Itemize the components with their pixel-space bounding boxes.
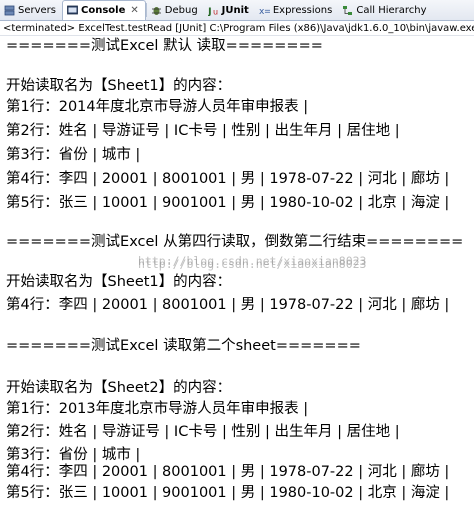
tab-debug[interactable]: Debug xyxy=(147,1,204,20)
tab-call-hierarchy-label: Call Hierarchy xyxy=(356,5,427,16)
console-line: 第3行：省份 | 城市 | xyxy=(6,147,141,163)
console-icon xyxy=(67,5,78,16)
tab-junit-label: JUnit xyxy=(221,5,249,16)
debug-icon xyxy=(151,5,162,16)
console-line: 第3行：省份 | 城市 | xyxy=(6,447,141,463)
console-output[interactable]: =======测试Excel 默认 读取======== 开始读取名为【Shee… xyxy=(0,37,474,505)
svg-text:u: u xyxy=(213,8,218,17)
console-line: 第5行：张三 | 10001 | 9001001 | 男 | 1980-10-0… xyxy=(6,195,450,211)
tab-console-label: Console xyxy=(81,5,126,16)
servers-icon xyxy=(4,5,15,16)
close-icon[interactable]: ✕ xyxy=(130,5,138,16)
console-line: 第2行：姓名 | 导游证号 | IC卡号 | 性别 | 出生年月 | 居住地 | xyxy=(6,123,400,139)
tab-servers[interactable]: Servers xyxy=(0,1,62,20)
watermark: http://blog.csdn.net/xiaoxian8023 xyxy=(138,257,367,271)
console-line: 第4行：李四 | 20001 | 8001001 | 男 | 1978-07-2… xyxy=(6,464,450,480)
console-line: =======测试Excel 默认 读取======== xyxy=(6,38,323,54)
svg-text:=: = xyxy=(264,7,270,16)
console-line: 第4行：李四 | 20001 | 8001001 | 男 | 1978-07-2… xyxy=(6,297,450,313)
process-status-line: <terminated> ExcelTest.testRead [JUnit] … xyxy=(0,21,474,36)
console-line: 开始读取名为【Sheet2】的内容： xyxy=(6,380,232,396)
tab-console[interactable]: Console ✕ xyxy=(62,0,146,20)
junit-icon: Ju xyxy=(208,5,219,17)
console-line: 第2行：姓名 | 导游证号 | IC卡号 | 性别 | 出生年月 | 居住地 | xyxy=(6,424,400,440)
tab-call-hierarchy[interactable]: Call Hierarchy xyxy=(338,1,432,20)
console-line: =======测试Excel 从第四行读取，倒数第二行结束======== xyxy=(6,234,464,250)
console-line: 第5行：张三 | 10001 | 9001001 | 男 | 1980-10-0… xyxy=(6,485,450,501)
call-hierarchy-icon xyxy=(342,5,353,16)
tab-junit[interactable]: Ju JUnit xyxy=(204,1,255,20)
console-line: 开始读取名为【Sheet1】的内容： xyxy=(6,78,232,94)
tab-expressions[interactable]: x = Expressions xyxy=(255,1,339,20)
tab-servers-label: Servers xyxy=(18,5,57,16)
view-tab-bar: Servers Console ✕ Debug Ju JUnit x = Expr… xyxy=(0,0,474,21)
expressions-icon: x = xyxy=(259,5,270,16)
tab-expressions-label: Expressions xyxy=(272,5,333,16)
console-line: 第1行：2014年度北京市导游人员年审申报表 | xyxy=(6,99,309,115)
tab-debug-label: Debug xyxy=(164,5,198,16)
console-line: 第1行：2013年度北京市导游人员年审申报表 | xyxy=(6,401,309,417)
svg-text:J: J xyxy=(208,7,212,17)
console-line: 第4行：李四 | 20001 | 8001001 | 男 | 1978-07-2… xyxy=(6,171,450,187)
console-line: 开始读取名为【Sheet1】的内容： xyxy=(6,274,232,290)
console-line: =======测试Excel 读取第二个sheet======= xyxy=(6,338,361,354)
